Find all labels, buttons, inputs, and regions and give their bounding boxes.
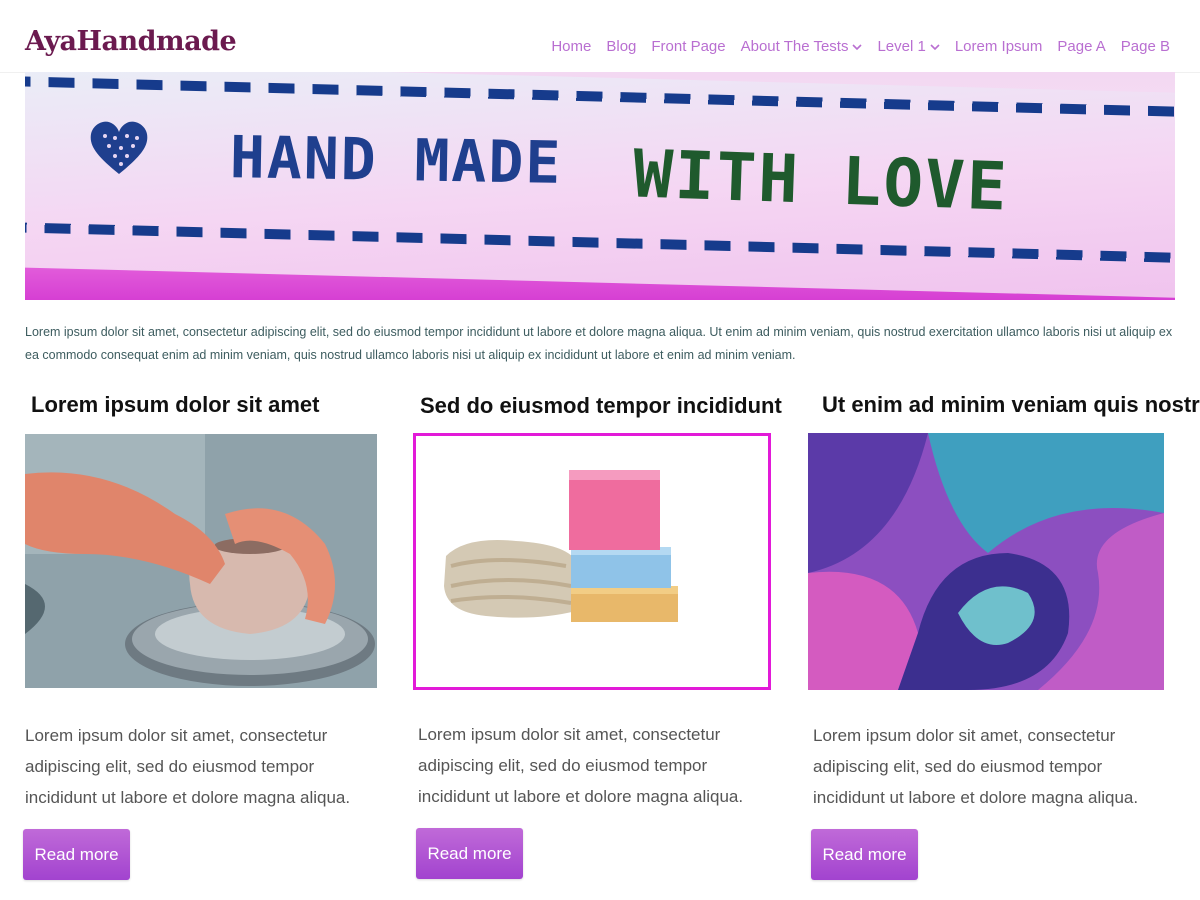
nav-item-level-1[interactable]: Level 1	[877, 38, 940, 55]
card-title[interactable]: Lorem ipsum dolor sit amet	[31, 392, 320, 418]
nav-item-label: Page A	[1057, 38, 1106, 55]
card-title[interactable]: Ut enim ad minim veniam quis nostrud	[822, 392, 1200, 418]
nav-item-label: Blog	[606, 38, 637, 55]
read-more-button[interactable]: Read more	[811, 829, 918, 880]
site-logo[interactable]: AyaHandmade	[25, 26, 237, 57]
nav-item-blog[interactable]: Blog	[606, 38, 636, 55]
nav-item-about-the-tests[interactable]: About The Tests	[741, 38, 863, 55]
nav-item-label: Front Page	[651, 38, 726, 55]
stitch-row	[25, 75, 1175, 117]
hero-banner: HAND MADE WITH LOVE	[25, 72, 1175, 300]
fabric-image[interactable]	[808, 433, 1164, 690]
nav-item-lorem-ipsum[interactable]: Lorem Ipsum	[955, 38, 1043, 55]
heart-icon	[90, 121, 148, 174]
nav-item-label: About The Tests	[740, 38, 849, 55]
nav-item-page-a[interactable]: Page A	[1057, 38, 1105, 55]
read-more-button[interactable]: Read more	[23, 829, 130, 880]
nav-item-label: Home	[551, 38, 592, 55]
card-description: Lorem ipsum dolor sit amet, consectetur …	[418, 725, 744, 806]
chevron-down-icon	[930, 43, 940, 50]
site-header: AyaHandmade Home Blog Front Page About T…	[0, 0, 1200, 73]
nav-item-front-page[interactable]: Front Page	[651, 38, 725, 55]
pottery-image[interactable]	[25, 434, 377, 688]
main-nav: Home Blog Front Page About The Tests Lev…	[536, 38, 1170, 55]
pottery-illustration	[25, 434, 377, 688]
soap-image[interactable]	[413, 433, 771, 690]
card-description: Lorem ipsum dolor sit amet, consectetur …	[813, 726, 1139, 807]
read-more-button[interactable]: Read more	[416, 828, 523, 879]
nav-item-page-b[interactable]: Page B	[1121, 38, 1170, 55]
hero-text-left: HAND MADE	[229, 123, 563, 197]
nav-item-label: Page B	[1120, 38, 1170, 55]
card-title[interactable]: Sed do eiusmod tempor incididunt	[420, 393, 782, 419]
soap-illustration	[416, 436, 768, 687]
intro-paragraph: Lorem ipsum dolor sit amet, consectetur …	[25, 325, 1173, 362]
fabric-illustration	[808, 433, 1164, 690]
hero-text-right: WITH LOVE	[631, 135, 1010, 226]
card-description: Lorem ipsum dolor sit amet, consectetur …	[25, 726, 351, 807]
nav-item-label: Lorem Ipsum	[954, 38, 1043, 55]
nav-item-home[interactable]: Home	[551, 38, 591, 55]
nav-item-label: Level 1	[877, 38, 926, 55]
stitch-row	[25, 221, 1175, 263]
chevron-down-icon	[852, 43, 863, 50]
